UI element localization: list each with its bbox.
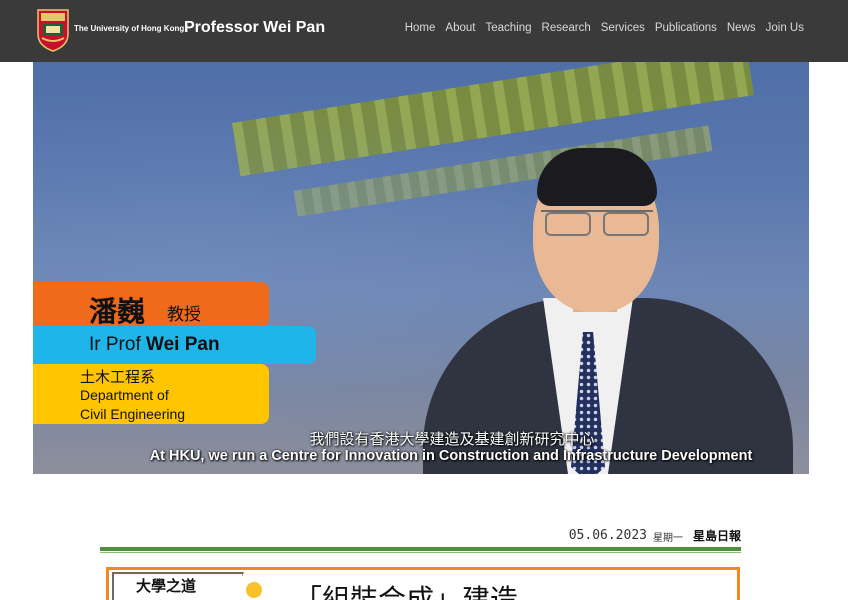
green-rule-thin — [100, 552, 741, 553]
main-nav: Home About Teaching Research Services Pu… — [405, 22, 804, 34]
site-title[interactable]: Professor Wei Pan — [184, 19, 325, 37]
university-name[interactable]: The University of Hong Kong — [74, 24, 184, 33]
subtitle-chinese: 我們設有香港大學建造及基建創新研究中心 — [309, 430, 595, 448]
nav-publications[interactable]: Publications — [655, 22, 717, 34]
department-english-line1: Department of — [80, 387, 169, 403]
clipping-date: 05.06.2023 — [568, 528, 647, 543]
name-main: Wei Pan — [146, 334, 220, 355]
nav-join-us[interactable]: Join Us — [766, 22, 804, 34]
name-chinese: 潘巍 — [89, 295, 146, 328]
name-english: Ir Prof Wei Pan — [89, 334, 220, 356]
nav-teaching[interactable]: Teaching — [485, 22, 531, 34]
news-clipping[interactable]: 05.06.2023 星期一 星島日報 大學之道 「組裝合成」建造 — [98, 520, 743, 600]
nav-about[interactable]: About — [445, 22, 475, 34]
nav-news[interactable]: News — [727, 22, 756, 34]
newspaper-name: 星島日報 — [692, 529, 741, 543]
lower-third-name-cn: 潘巍 教授 — [33, 282, 269, 328]
nav-home[interactable]: Home — [405, 22, 436, 34]
green-rule — [100, 547, 741, 551]
lower-third-name-en: Ir Prof Wei Pan — [33, 326, 316, 364]
clipping-weekday: 星期一 — [653, 533, 683, 544]
title-chinese: 教授 — [167, 305, 201, 325]
subtitle-english: At HKU, we run a Centre for Innovation i… — [149, 448, 753, 464]
speaker-hair — [537, 148, 657, 206]
lower-third-department: 土木工程系 Department of Civil Engineering — [33, 364, 269, 424]
department-chinese: 土木工程系 — [80, 368, 156, 386]
nav-research[interactable]: Research — [542, 22, 591, 34]
department-english-line2: Civil Engineering — [80, 406, 186, 422]
lightbulb-icon — [246, 582, 262, 598]
name-prefix: Ir Prof — [89, 334, 147, 355]
site-header: The University of Hong Kong Professor We… — [0, 0, 848, 62]
article-headline: 「組裝合成」建造 — [294, 583, 519, 600]
section-label: 大學之道 — [136, 577, 197, 595]
speaker-glasses — [541, 210, 653, 236]
nav-services[interactable]: Services — [601, 22, 645, 34]
hero-video-frame[interactable]: 潘巍 教授 Ir Prof Wei Pan 土木工程系 Department o… — [33, 62, 809, 474]
hku-crest-logo[interactable] — [36, 8, 70, 52]
